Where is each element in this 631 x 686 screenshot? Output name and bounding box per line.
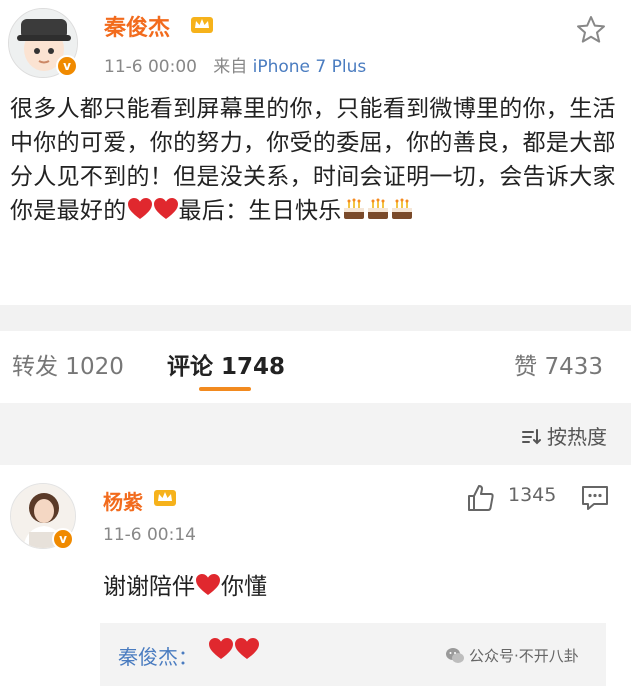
tab-like[interactable]: 赞 7433: [514, 347, 603, 381]
heart-icon: [196, 574, 220, 595]
post-body-suffix: 最后：生日快乐: [178, 198, 342, 224]
watermark-text: 公众号·不开八卦: [469, 647, 579, 665]
post-tabs: 转发 1020 评论 1748 赞 7433: [0, 331, 631, 403]
comment-like-count: 1345: [508, 484, 557, 506]
reply-author[interactable]: 秦俊杰：: [118, 641, 198, 670]
watermark: 公众号·不开八卦: [445, 645, 579, 666]
crown-icon: [154, 490, 176, 506]
thumbs-up-icon[interactable]: [466, 483, 496, 513]
comment-timestamp: 11-6 00:14: [103, 525, 196, 545]
post-source-prefix: 来自: [213, 57, 248, 77]
tab-comment[interactable]: 评论 1748: [167, 347, 285, 381]
wechat-icon: [446, 647, 464, 663]
verified-badge-icon: v: [56, 55, 78, 77]
cake-icon: [391, 198, 412, 219]
weibo-post: v 秦俊杰 11-6 00:00 来自 iPhone 7 Plus 很多人都只能…: [0, 0, 631, 305]
verified-badge-icon: v: [52, 528, 74, 550]
section-divider: [0, 305, 631, 331]
heart-icon: [153, 198, 178, 219]
post-device-link[interactable]: iPhone 7 Plus: [253, 57, 367, 77]
comment-text: 谢谢陪伴 你懂: [103, 567, 267, 601]
post-body: 很多人都只能看到屏幕里的你，只能看到微博里的你，生活中你的可爱，你的努力，你受的…: [10, 92, 620, 228]
sort-label: 按热度: [547, 425, 607, 449]
active-tab-indicator: [199, 387, 251, 391]
heart-icon: [127, 198, 152, 219]
crown-icon: [191, 17, 213, 33]
post-meta: 11-6 00:00 来自 iPhone 7 Plus: [104, 52, 366, 77]
sort-icon: [521, 429, 541, 445]
star-icon[interactable]: [575, 14, 607, 46]
tab-repost[interactable]: 转发 1020: [12, 347, 124, 381]
comment-text-before: 谢谢陪伴: [103, 574, 195, 600]
post-timestamp: 11-6 00:00: [104, 57, 197, 77]
cake-icon: [343, 198, 364, 219]
reply-content: [208, 637, 260, 662]
commenter-name[interactable]: 杨紫: [103, 486, 143, 515]
comment-item: v 杨紫 11-6 00:14 1345 谢谢陪伴 你懂 秦俊杰： 公众号·不开八…: [0, 465, 631, 686]
cake-icon: [367, 198, 388, 219]
heart-icon: [209, 638, 233, 659]
sort-button[interactable]: 按热度: [521, 421, 607, 450]
author-name[interactable]: 秦俊杰: [104, 10, 170, 42]
heart-icon: [235, 638, 259, 659]
comment-text-after: 你懂: [221, 574, 267, 600]
reply-icon[interactable]: [580, 484, 610, 512]
sort-bar: 按热度: [0, 403, 631, 465]
